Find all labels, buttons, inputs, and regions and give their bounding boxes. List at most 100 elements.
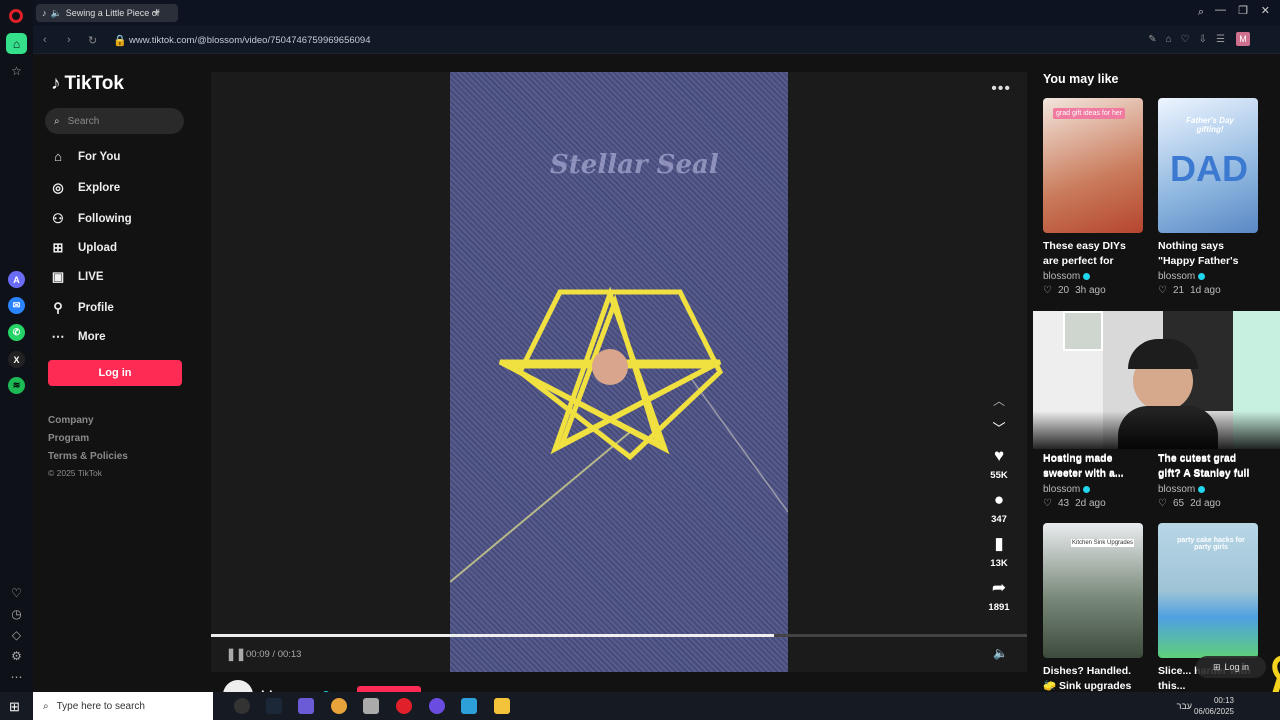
like-button[interactable]: ♥ 55K bbox=[984, 446, 1014, 481]
star-icon[interactable]: ☆ bbox=[6, 60, 27, 81]
login-button[interactable]: Log in bbox=[48, 360, 182, 386]
home-icon[interactable]: ⌂ bbox=[6, 33, 27, 54]
share-count: 1891 bbox=[988, 602, 1010, 613]
history-icon[interactable]: ◷ bbox=[6, 603, 27, 624]
more-icon: ⋯ bbox=[51, 329, 65, 344]
back-icon[interactable]: ‹ bbox=[43, 34, 47, 46]
nav-label: More bbox=[78, 331, 106, 343]
tab-title: Sewing a Little Piece of bbox=[65, 8, 160, 18]
language-indicator[interactable]: עבר bbox=[1177, 701, 1192, 711]
rec-author[interactable]: blossom bbox=[1158, 271, 1195, 282]
nav-explore[interactable]: ◎ Explore bbox=[50, 180, 120, 196]
minimize-icon[interactable]: — bbox=[1215, 4, 1226, 16]
rec-card-overlaid[interactable]: The cutest grad gift? A Stanley full of.… bbox=[1158, 451, 1258, 481]
rec-caption[interactable]: These easy DIYs are perfect for grads... bbox=[1043, 239, 1143, 269]
tiktok-logo[interactable]: ♪ TikTok bbox=[51, 73, 124, 95]
video-frame[interactable]: Stellar Seal bbox=[450, 72, 788, 672]
discord-icon[interactable] bbox=[429, 698, 445, 714]
url-field[interactable]: www.tiktok.com/@blossom/video/7504746759… bbox=[129, 35, 371, 46]
windows-taskbar: ⊞ ⌕ Type here to search עבר 00:13 06/06/… bbox=[0, 692, 1280, 720]
rec-thumbnail[interactable]: Father's Day gifting! DAD bbox=[1158, 98, 1258, 233]
next-video-icon[interactable]: ﹀ bbox=[984, 418, 1014, 437]
rec-card[interactable]: Kitchen Sink Upgrades Dishes? Handled. 🧽… bbox=[1043, 523, 1143, 692]
search-icon[interactable]: ⌕ bbox=[1198, 6, 1204, 19]
maximize-icon[interactable]: ❐ bbox=[1238, 4, 1248, 17]
rec-caption[interactable]: Hosting made sweeter with a... bbox=[1043, 451, 1143, 481]
rec-likes: 20 bbox=[1057, 285, 1070, 296]
rec-card-overlaid[interactable]: Hosting made sweeter with a... bbox=[1043, 451, 1143, 481]
toolbar-icons[interactable]: ✎⌂♡⇩☰ bbox=[1148, 34, 1234, 45]
close-icon[interactable]: ✕ bbox=[1261, 4, 1270, 17]
floating-login-button[interactable]: ⊞ Log in bbox=[1196, 656, 1266, 678]
nav-profile[interactable]: ⚲ Profile bbox=[50, 300, 114, 316]
pause-icon[interactable]: ❚❚ bbox=[226, 647, 246, 661]
like-count: 55K bbox=[990, 470, 1008, 481]
comment-button[interactable]: ● 347 bbox=[984, 490, 1014, 525]
heart-outline-icon[interactable]: ♡ bbox=[6, 582, 27, 603]
rec-card[interactable]: Father's Day gifting! DAD Nothing says "… bbox=[1158, 98, 1258, 296]
new-tab-icon[interactable]: + bbox=[153, 5, 160, 19]
author-avatar[interactable] bbox=[223, 680, 253, 692]
rec-thumbnail[interactable]: Kitchen Sink Upgrades bbox=[1043, 523, 1143, 658]
rec-age: 3h ago bbox=[1075, 285, 1106, 296]
search-input[interactable]: ⌕ Search bbox=[45, 108, 184, 134]
app-icon[interactable] bbox=[298, 698, 314, 714]
chrome-icon[interactable] bbox=[331, 698, 347, 714]
rec-caption[interactable]: The cutest grad gift? A Stanley full of.… bbox=[1158, 451, 1258, 481]
rec-author[interactable]: blossom bbox=[1043, 484, 1080, 495]
webcam-overlay bbox=[1033, 311, 1280, 449]
author-row[interactable]: blossom bbox=[223, 680, 331, 692]
cube-icon[interactable]: ◇ bbox=[6, 624, 27, 645]
nav-following[interactable]: ⚇ Following bbox=[50, 211, 132, 227]
rec-card[interactable]: grad gift ideas for her These easy DIYs … bbox=[1043, 98, 1143, 296]
spotify-icon[interactable]: ≋ bbox=[8, 377, 25, 394]
volume-icon[interactable]: 🔈 bbox=[993, 646, 1008, 660]
forward-icon[interactable]: › bbox=[67, 34, 71, 46]
heart-icon: ♥ bbox=[993, 446, 1005, 465]
c-app-icon[interactable] bbox=[461, 698, 477, 714]
file-explorer-icon[interactable] bbox=[494, 698, 510, 714]
rec-author[interactable]: blossom bbox=[1158, 484, 1195, 495]
opera-icon[interactable] bbox=[396, 698, 412, 714]
video-progress-bar[interactable] bbox=[211, 634, 1027, 637]
rec-caption[interactable]: Nothing says "Happy Father's Day" like..… bbox=[1158, 239, 1258, 269]
share-button[interactable]: ➦ 1891 bbox=[984, 578, 1014, 613]
rec-author[interactable]: blossom bbox=[1043, 271, 1080, 282]
home-icon: ⌂ bbox=[54, 149, 62, 164]
bookmark-icon: ▮ bbox=[994, 534, 1004, 553]
footer-company[interactable]: Company bbox=[48, 415, 94, 426]
rec-caption[interactable]: Dishes? Handled. 🧽 Sink upgrades to... bbox=[1043, 664, 1143, 692]
rec-age: 1d ago bbox=[1190, 285, 1221, 296]
taskbar-clock[interactable]: 00:13 06/06/2025 bbox=[1194, 695, 1234, 717]
nav-upload[interactable]: ⊞ Upload bbox=[50, 240, 117, 256]
nav-more[interactable]: ⋯ More bbox=[50, 329, 106, 345]
profile-avatar[interactable]: M bbox=[1236, 32, 1250, 46]
taskbar-search-input[interactable]: ⌕ Type here to search bbox=[33, 692, 213, 720]
rec-thumbnail[interactable]: grad gift ideas for her bbox=[1043, 98, 1143, 233]
settings-icon[interactable]: ⚙ bbox=[6, 645, 27, 666]
x-icon[interactable]: X bbox=[8, 351, 25, 368]
windows-start-icon[interactable]: ⊞ bbox=[9, 699, 20, 715]
previous-video-icon[interactable]: ︿ bbox=[984, 392, 1014, 409]
aria-icon[interactable]: A bbox=[8, 271, 25, 288]
bookmark-button[interactable]: ▮ 13K bbox=[984, 534, 1014, 569]
rec-thumbnail[interactable]: party cake hacks for party girls bbox=[1158, 523, 1258, 658]
obs-icon[interactable] bbox=[234, 698, 250, 714]
embroidered-star-image bbox=[450, 286, 788, 583]
nav-for-you[interactable]: ⌂ For You bbox=[50, 149, 120, 164]
opera-logo-icon[interactable] bbox=[9, 9, 23, 23]
speaker-icon[interactable]: 🔈 bbox=[51, 8, 62, 19]
reload-icon[interactable]: ↻ bbox=[88, 34, 97, 47]
messenger-icon[interactable]: ✉ bbox=[8, 297, 25, 314]
video-player[interactable]: Stellar Seal ••• ︿ ﹀ ♥ 55K ● 347 ▮ 13K ➦… bbox=[211, 72, 1027, 672]
steam-icon[interactable] bbox=[266, 698, 282, 714]
footer-program[interactable]: Program bbox=[48, 433, 89, 444]
shield-app-icon[interactable] bbox=[363, 698, 379, 714]
nav-label: Following bbox=[78, 213, 132, 225]
more-dots-icon[interactable]: ⋯ bbox=[6, 666, 27, 687]
rec-likes: 43 bbox=[1057, 498, 1070, 509]
more-options-icon[interactable]: ••• bbox=[991, 80, 1011, 98]
footer-terms[interactable]: Terms & Policies bbox=[48, 451, 128, 462]
nav-live[interactable]: ▣ LIVE bbox=[50, 269, 104, 285]
whatsapp-icon[interactable]: ✆ bbox=[8, 324, 25, 341]
